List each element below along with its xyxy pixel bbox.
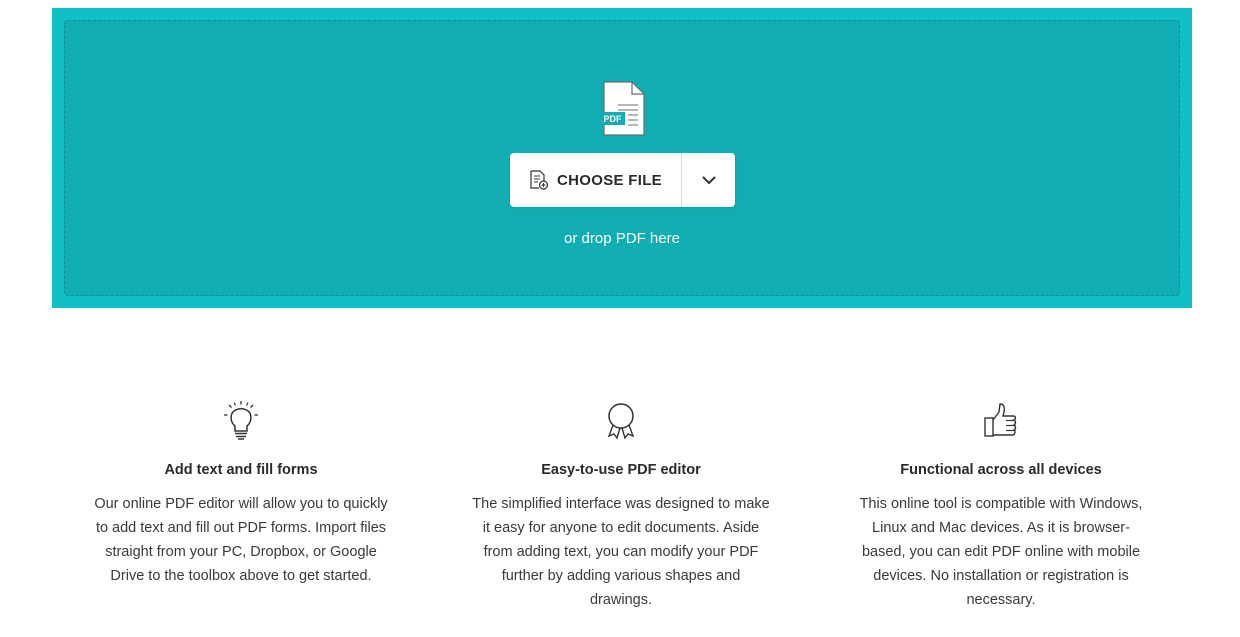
feature-description: This online tool is compatible with Wind…	[859, 496, 1143, 608]
thumbs-up-icon	[984, 403, 1017, 437]
pdf-badge-text: PDF	[604, 114, 623, 124]
pdf-file-icon: PDF	[600, 81, 645, 136]
choose-file-label: CHOOSE FILE	[557, 171, 662, 189]
award-ribbon-icon	[607, 403, 635, 440]
features-section: Add text and fill forms Our online PDF e…	[52, 400, 1192, 637]
choose-file-button[interactable]: CHOOSE FILE	[510, 153, 681, 207]
upload-panel: PDF CHOOSE FILE or drop PDF here	[52, 8, 1192, 308]
feature-description: The simplified interface was designed to…	[472, 496, 770, 608]
add-file-icon	[530, 170, 549, 190]
pdf-drop-zone[interactable]: PDF CHOOSE FILE or drop PDF here	[64, 20, 1180, 296]
choose-file-group: CHOOSE FILE	[510, 153, 735, 207]
feature-title: Functional across all devices	[900, 462, 1102, 478]
feature-easy-editor: Easy-to-use PDF editor The simplified in…	[471, 400, 771, 612]
chevron-down-icon	[701, 176, 716, 185]
feature-title: Add text and fill forms	[164, 462, 318, 478]
feature-add-text: Add text and fill forms Our online PDF e…	[91, 400, 391, 588]
feature-all-devices: Functional across all devices This onlin…	[851, 400, 1151, 612]
feature-description: Our online PDF editor will allow you to …	[94, 496, 388, 584]
feature-title: Easy-to-use PDF editor	[541, 462, 701, 478]
upload-source-dropdown[interactable]	[682, 153, 735, 207]
lightbulb-icon	[224, 401, 258, 440]
drop-hint: or drop PDF here	[564, 230, 680, 247]
